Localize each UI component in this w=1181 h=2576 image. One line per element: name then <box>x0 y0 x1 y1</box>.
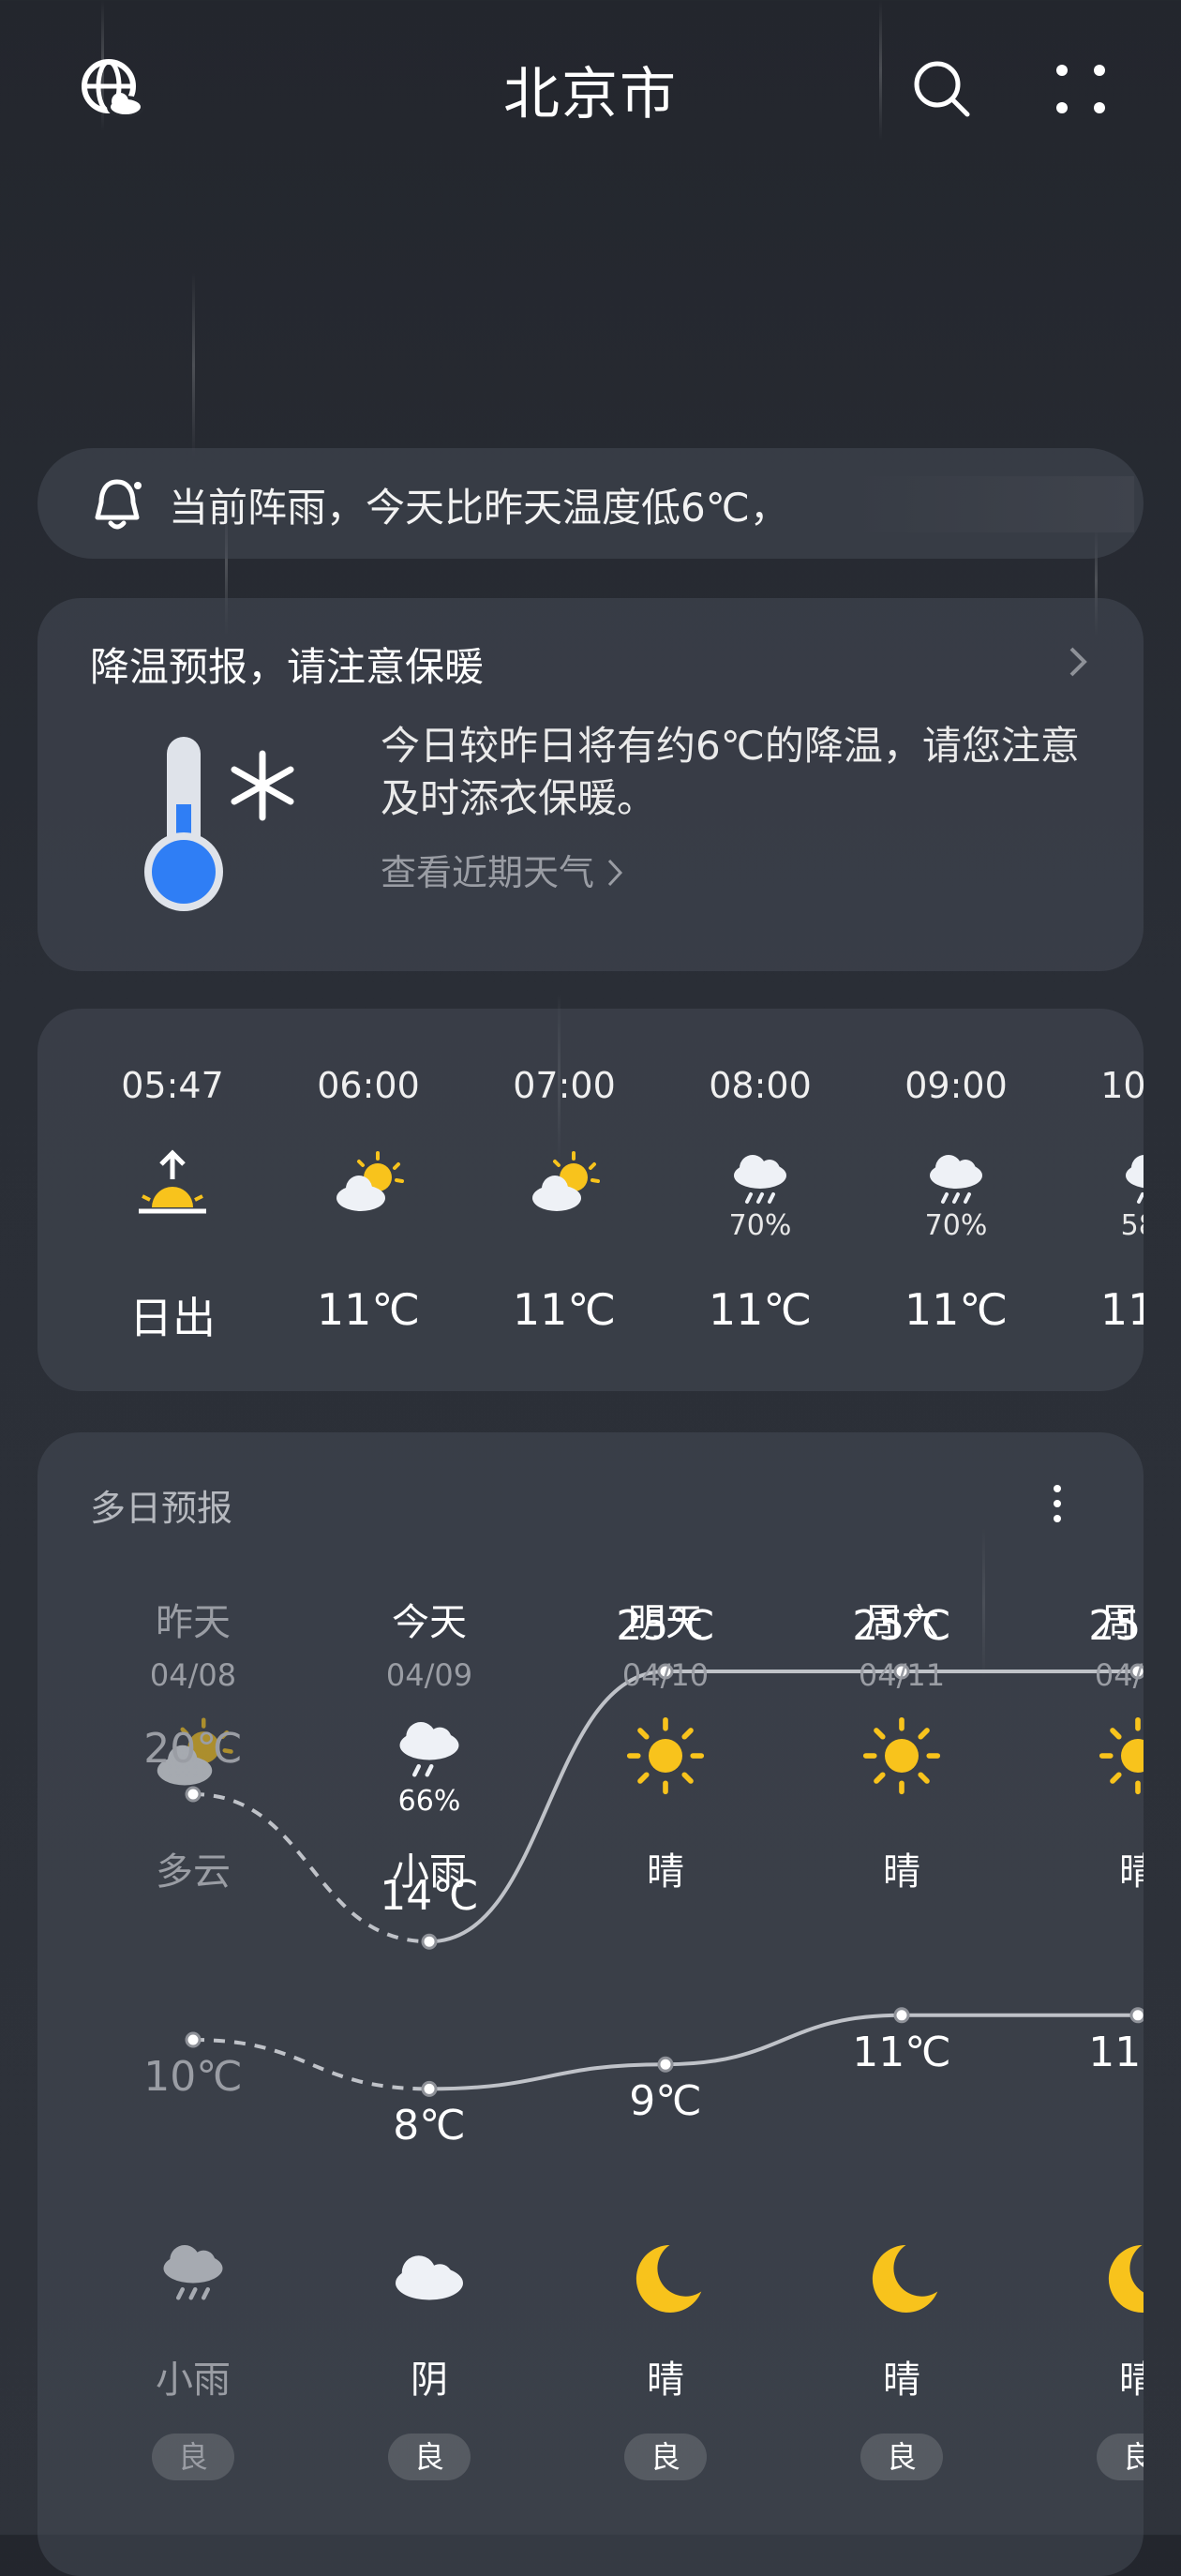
day-condition: 晴 <box>647 1850 684 1894</box>
hour-value: 11℃ <box>1099 1284 1144 1335</box>
low-temp: 9℃ <box>629 2077 702 2126</box>
hour-value: 日出 <box>129 1293 216 1343</box>
high-temp: 25℃ <box>1088 1602 1144 1650</box>
hour-time: 07:00 <box>513 1065 616 1106</box>
high-temp: 25℃ <box>616 1602 715 1650</box>
temp-point <box>657 2056 674 2073</box>
alert-text: 当前阵雨，今天比昨天温度低6℃， <box>169 485 789 531</box>
night-condition: 晴 <box>1119 2359 1144 2402</box>
day-date: 04/09 <box>385 1657 473 1693</box>
low-temp: 8℃ <box>393 2102 466 2150</box>
hour-pop: 58% <box>1120 1209 1144 1242</box>
moon-icon <box>860 2237 944 2321</box>
thermometer-icon <box>127 729 240 917</box>
sun-icon <box>1096 1714 1144 1798</box>
hour-value: 11℃ <box>316 1284 421 1335</box>
temp-point <box>421 2080 438 2097</box>
temp-point <box>185 2031 202 2048</box>
cooling-warning-card[interactable]: 降温预报，请注意保暖 今日较昨日将有约6℃的降温，请您注意及时添衣保暖。 查看近… <box>37 598 1144 971</box>
night-condition: 晴 <box>647 2359 684 2402</box>
view-recent-weather-link[interactable]: 查看近期天气 <box>381 844 624 895</box>
hour-time: 08:00 <box>709 1065 812 1106</box>
warning-title: 降温预报，请注意保暖 <box>90 644 485 690</box>
temp-point <box>421 1933 438 1950</box>
high-temp: 20℃ <box>143 1725 243 1773</box>
low-temp: 11℃ <box>852 2028 951 2076</box>
day-date: 04/11 <box>858 1657 946 1693</box>
partly-cloudy-icon <box>527 1147 602 1222</box>
hour-value: 11℃ <box>708 1284 813 1335</box>
aqi-badge: 良 <box>624 2434 707 2480</box>
aqi-badge: 良 <box>388 2434 471 2480</box>
sunrise-icon <box>135 1147 210 1222</box>
day-condition: 多云 <box>156 1850 231 1894</box>
night-condition: 晴 <box>883 2359 920 2402</box>
moon-icon <box>1096 2237 1144 2321</box>
page-title: 北京市 <box>503 62 678 127</box>
low-temp: 10℃ <box>143 2053 243 2101</box>
rain-cloud-icon <box>151 2237 235 2321</box>
hour-time: 05:47 <box>121 1065 224 1106</box>
hour-value: 11℃ <box>512 1284 617 1335</box>
hour-time: 06:00 <box>317 1065 420 1106</box>
hour-pop: 70% <box>728 1209 792 1242</box>
temp-point <box>1129 2007 1144 2024</box>
hour-time: 09:00 <box>904 1065 1008 1106</box>
hourly-forecast-card[interactable]: 05:47 日出 06:00 11℃ 07:00 11℃ 08:00 70% 1… <box>37 1009 1144 1391</box>
aqi-badge: 良 <box>152 2434 234 2480</box>
high-temp: 25℃ <box>852 1602 951 1650</box>
night-condition: 阴 <box>411 2359 448 2402</box>
sun-icon <box>623 1714 708 1798</box>
moon-icon <box>623 2237 708 2321</box>
night-condition: 小雨 <box>156 2359 231 2402</box>
day-date: 04/10 <box>621 1657 710 1693</box>
aqi-badge: 良 <box>860 2434 943 2480</box>
partly-cloudy-icon <box>331 1147 406 1222</box>
day-condition: 晴 <box>883 1850 920 1894</box>
weather-bell-icon <box>86 472 148 534</box>
day-name: 今天 <box>392 1601 467 1644</box>
multi-day-forecast-card[interactable]: 多日预报 昨天 04/08 多云 20℃ 10℃ 小雨 良 今天 04/09 6… <box>37 1432 1144 2576</box>
search-icon[interactable] <box>909 56 975 122</box>
cloud-icon <box>387 2237 471 2321</box>
high-temp: 14℃ <box>380 1872 479 1921</box>
weather-alert-banner[interactable]: 当前阵雨，今天比昨天温度低6℃， <box>37 448 1144 559</box>
link-label: 查看近期天气 <box>381 852 595 893</box>
day-date: 04/08 <box>149 1657 237 1693</box>
warning-body: 今日较昨日将有约6℃的降温，请您注意及时添衣保暖。 <box>381 723 1080 821</box>
aqi-badge: 良 <box>1097 2434 1144 2480</box>
day-date: 04/12 <box>1094 1657 1144 1693</box>
day-name: 昨天 <box>156 1601 231 1644</box>
temp-point <box>893 2007 910 2024</box>
low-temp: 11℃ <box>1088 2028 1144 2076</box>
hour-time: 10:00 <box>1100 1065 1144 1106</box>
day-pop: 66% <box>397 1785 461 1818</box>
snowflake-icon <box>225 748 300 823</box>
sun-icon <box>860 1714 944 1798</box>
hour-value: 11℃ <box>904 1284 1009 1335</box>
chevron-right-icon[interactable] <box>1067 645 1089 682</box>
hour-pop: 70% <box>924 1209 988 1242</box>
more-dots-icon[interactable] <box>1048 56 1114 122</box>
day-condition: 晴 <box>1119 1850 1144 1894</box>
